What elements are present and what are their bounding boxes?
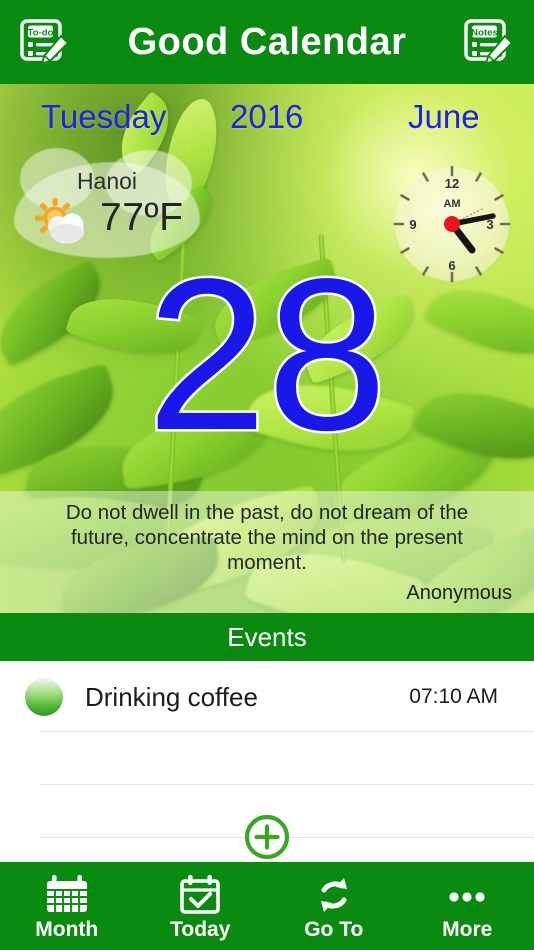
svg-text:AM: AM xyxy=(443,198,460,210)
tab-today[interactable]: Today xyxy=(134,862,268,950)
sun-behind-cloud-icon xyxy=(34,198,94,252)
app-title: Good Calendar xyxy=(127,20,407,63)
notes-icon[interactable]: Notes xyxy=(458,13,520,71)
tab-more[interactable]: More xyxy=(401,862,534,950)
svg-text:Notes: Notes xyxy=(471,27,498,38)
quote-band[interactable]: Do not dwell in the past, do not dream o… xyxy=(0,491,534,613)
calendar-grid-icon xyxy=(44,874,90,916)
list-item[interactable]: Drinking coffee 07:10 AM xyxy=(0,669,534,725)
quote-text: Do not dwell in the past, do not dream o… xyxy=(65,501,469,574)
tab-label: Go To xyxy=(304,918,364,941)
tab-label: Today xyxy=(170,918,231,941)
svg-text:12: 12 xyxy=(445,176,459,191)
hero-section: Tuesday 2016 June Hanoi 77ºF 12 3 6 9 AM… xyxy=(0,84,534,613)
event-time: 07:10 AM xyxy=(409,685,498,708)
app-root: To-do Good Calendar Notes Tuesday 2016 J… xyxy=(0,0,534,950)
quote-author: Anonymous xyxy=(406,582,512,604)
events-list: Drinking coffee 07:10 AM xyxy=(0,661,534,862)
events-section-title: Events xyxy=(227,621,307,652)
tab-label: More xyxy=(442,918,493,941)
bottom-tab-bar: Month Today Go To More xyxy=(0,862,534,950)
tab-label: Month xyxy=(35,918,99,941)
month-label: June xyxy=(408,98,480,135)
app-header: To-do Good Calendar Notes xyxy=(0,0,534,84)
list-divider xyxy=(40,731,534,732)
tab-goto[interactable]: Go To xyxy=(267,862,401,950)
day-number[interactable]: 28 xyxy=(0,244,534,465)
svg-text:To-do: To-do xyxy=(28,27,54,38)
weather-city: Hanoi xyxy=(76,168,138,194)
refresh-arrows-icon xyxy=(311,874,357,916)
weekday-label: Tuesday xyxy=(41,98,167,135)
event-title: Drinking coffee xyxy=(85,681,258,712)
ellipsis-icon xyxy=(444,874,490,916)
svg-text:9: 9 xyxy=(409,217,416,232)
event-color-dot xyxy=(25,678,63,716)
events-section-header: Events xyxy=(0,613,534,661)
list-divider xyxy=(40,784,534,785)
add-event-button[interactable] xyxy=(242,812,292,862)
calendar-check-icon xyxy=(177,874,223,916)
date-row: Tuesday 2016 June xyxy=(0,98,534,144)
year-label: 2016 xyxy=(230,98,304,135)
todo-icon[interactable]: To-do xyxy=(14,13,76,71)
tab-month[interactable]: Month xyxy=(0,862,134,950)
